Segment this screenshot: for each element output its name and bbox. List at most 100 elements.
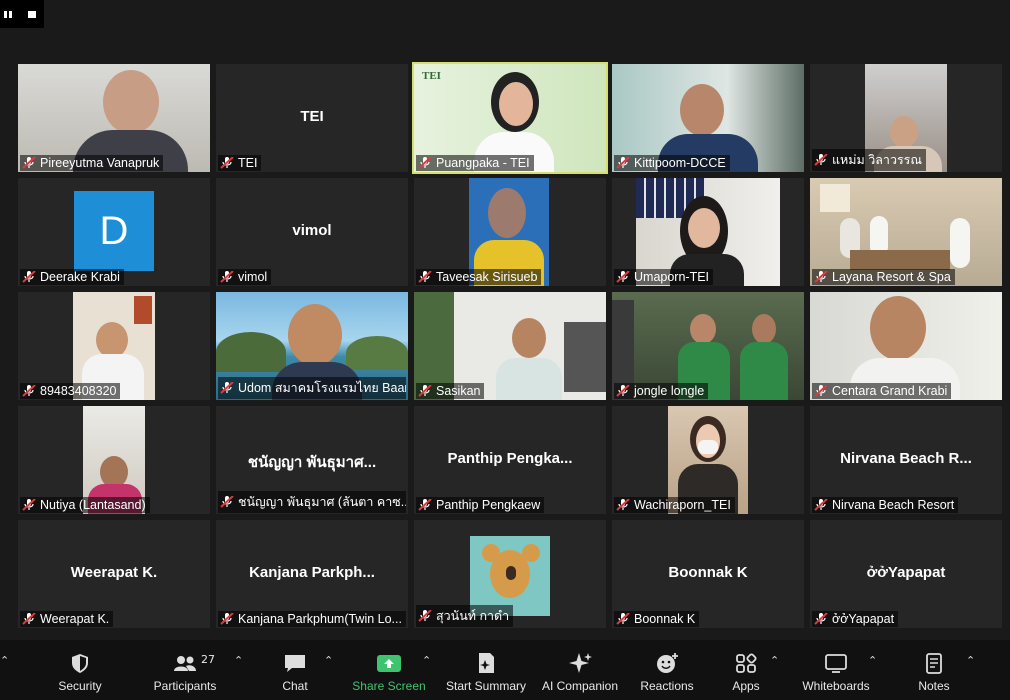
participant-name-label: TEI [218, 155, 262, 171]
participants-icon [174, 656, 196, 671]
participant-tile[interactable]: Umaporn-TEI [612, 178, 804, 286]
participant-tile[interactable]: Pireeyutma Vanapruk [18, 64, 210, 172]
participant-name: Nirvana Beach Resort [832, 498, 955, 512]
participant-tile[interactable]: Wachiraporn_TEI [612, 406, 804, 514]
summary-icon [479, 653, 494, 673]
participant-name: แหม่ม วิลาวรรณ [832, 153, 922, 167]
participant-tile[interactable]: TEI TEI [216, 64, 408, 172]
participant-tile[interactable]: vimol vimol [216, 178, 408, 286]
participant-name-label: Layana Resort & Spa [812, 269, 955, 285]
participant-tile[interactable]: Nirvana Beach R... Nirvana Beach Resort [810, 406, 1002, 514]
participant-tile[interactable]: แหม่ม วิลาวรรณ [810, 64, 1002, 172]
participants-button[interactable]: Participants [150, 640, 220, 700]
participant-name-label: Kanjana Parkphum(Twin Lo... [218, 611, 406, 627]
participant-display-name: TEI [300, 108, 324, 125]
participant-name: ชนัญญา พันธุมาศ (ลันตา คาซ... [238, 495, 406, 509]
chevron-up-icon[interactable]: ⌃ [324, 654, 334, 667]
muted-mic-icon [814, 154, 828, 166]
stop-icon [28, 11, 36, 18]
chevron-up-icon[interactable]: ⌃ [770, 654, 780, 667]
participant-tile[interactable]: Kittipoom-DCCE [612, 64, 804, 172]
whiteboard-icon [825, 654, 847, 673]
share-screen-icon [377, 655, 401, 672]
shield-icon [72, 654, 88, 673]
notes-button[interactable]: Notes [908, 640, 960, 700]
participant-display-name: Weerapat K. [70, 564, 158, 581]
start-summary-button[interactable]: Start Summary [444, 640, 528, 700]
participant-tile[interactable]: 89483408320 [18, 292, 210, 400]
muted-mic-icon [814, 613, 828, 625]
reactions-button[interactable]: Reactions [638, 640, 696, 700]
apps-button[interactable]: Apps [722, 640, 770, 700]
participant-name: Wachiraporn_TEI [634, 498, 731, 512]
notes-icon [926, 653, 942, 674]
muted-mic-icon [22, 271, 36, 283]
chat-button[interactable]: Chat [270, 640, 320, 700]
emoji-add-icon [657, 653, 678, 673]
participant-display-name: Panthip Pengka... [447, 450, 573, 467]
participant-name-label: jongle longle [614, 383, 709, 399]
muted-mic-icon [616, 613, 630, 625]
muted-mic-icon [616, 271, 630, 283]
chevron-up-icon[interactable]: ⌃ [868, 654, 878, 667]
participant-name: Panthip Pengkaew [436, 498, 541, 512]
muted-mic-icon [616, 499, 630, 511]
chevron-up-icon[interactable]: ⌃ [0, 654, 10, 667]
participant-name: Puangpaka - TEI [436, 156, 530, 170]
meeting-toolbar: ⌃ Security Participants 27 ⌃ Chat ⌃ Shar… [0, 640, 1010, 700]
chat-icon [285, 655, 305, 672]
participant-tile[interactable]: Sasikan [414, 292, 606, 400]
participant-name-label: Weerapat K. [20, 611, 114, 627]
muted-mic-icon [418, 499, 432, 511]
participant-name-label: แหม่ม วิลาวรรณ [812, 149, 926, 171]
participant-tile[interactable]: Taveesak Sirisueb [414, 178, 606, 286]
muted-mic-icon [814, 499, 828, 511]
participant-tile[interactable]: Boonnak K Boonnak K [612, 520, 804, 628]
participant-tile[interactable]: Weerapat K. Weerapat K. [18, 520, 210, 628]
participant-name: 89483408320 [40, 384, 117, 398]
muted-mic-icon [220, 613, 234, 625]
view-controls[interactable] [0, 0, 44, 28]
participant-name-label: Nutiya (Lantasand) [20, 497, 150, 513]
participant-display-name: Nirvana Beach R... [840, 450, 972, 467]
muted-mic-icon [220, 157, 234, 169]
participant-display-name: ởởYapapat [866, 564, 946, 581]
participant-tile[interactable]: Udom สมาคมโรงแรมไทย Baan... [216, 292, 408, 400]
participant-name-label: Nirvana Beach Resort [812, 497, 959, 513]
participant-tile[interactable]: Panthip Pengka... Panthip Pengkaew [414, 406, 606, 514]
participant-name: TEI [238, 156, 258, 170]
whiteboards-button[interactable]: Whiteboards [800, 640, 872, 700]
muted-mic-icon [418, 271, 432, 283]
muted-mic-icon [22, 157, 36, 169]
participant-tile[interactable]: ชนัญญา พันธุมาศ... ชนัญญา พันธุมาศ (ลันตา… [216, 406, 408, 514]
share-screen-button[interactable]: Share Screen [350, 640, 428, 700]
muted-mic-icon [22, 499, 36, 511]
chevron-up-icon[interactable]: ⌃ [422, 654, 432, 667]
chevron-up-icon[interactable]: ⌃ [966, 654, 976, 667]
participant-name-label: Udom สมาคมโรงแรมไทย Baan... [218, 377, 406, 399]
participant-name-label: Boonnak K [614, 611, 700, 627]
muted-mic-icon [814, 271, 828, 283]
chevron-up-icon[interactable]: ⌃ [234, 654, 244, 667]
muted-mic-icon [418, 385, 432, 397]
muted-mic-icon [220, 496, 234, 508]
participant-display-name: ชนัญญา พันธุมาศ... [247, 454, 377, 471]
participant-tile[interactable]: D Deerake Krabi [18, 178, 210, 286]
participant-name: vimol [238, 270, 268, 284]
participant-tile[interactable]: TEI Puangpaka - TEI [412, 62, 608, 174]
participant-tile[interactable]: ởởYapapat ởởYapapat [810, 520, 1002, 628]
pause-icon-right [9, 11, 12, 18]
participant-tile[interactable]: Kanjana Parkph... Kanjana Parkphum(Twin L… [216, 520, 408, 628]
muted-mic-icon [418, 610, 432, 622]
participant-tile[interactable]: jongle longle [612, 292, 804, 400]
participant-tile[interactable]: Centara Grand Krabi [810, 292, 1002, 400]
participant-name: สุวนันท์ กาดำ [436, 609, 510, 623]
participant-name-label: Taveesak Sirisueb [416, 269, 542, 285]
participant-name: ởởYapapat [832, 612, 895, 626]
participant-tile[interactable]: Nutiya (Lantasand) [18, 406, 210, 514]
participant-tile[interactable]: Layana Resort & Spa [810, 178, 1002, 286]
participant-tile[interactable]: สุวนันท์ กาดำ [414, 520, 606, 628]
muted-mic-icon [418, 157, 432, 169]
ai-companion-button[interactable]: AI Companion [540, 640, 620, 700]
security-button[interactable]: Security [50, 640, 110, 700]
